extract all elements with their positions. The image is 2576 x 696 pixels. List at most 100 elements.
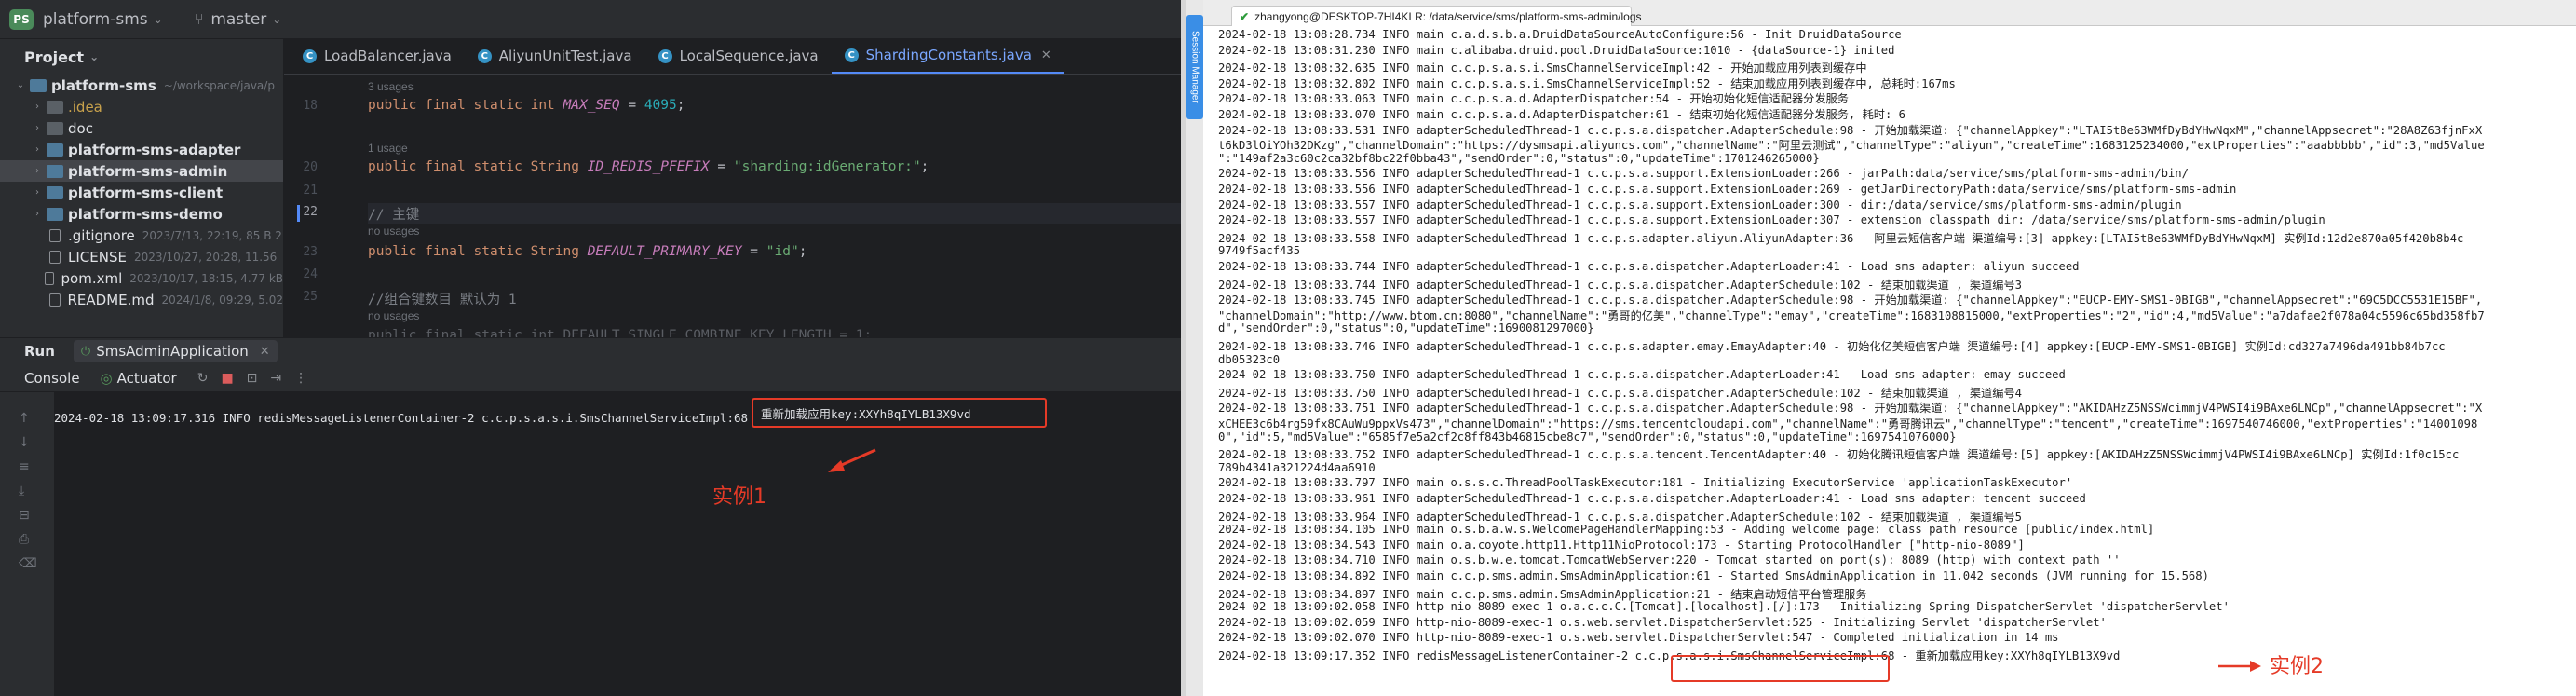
branch-name: master [210,9,267,29]
filter-icon[interactable]: ⊟ [19,508,30,523]
folder-icon [47,100,63,114]
keyword: public final static int [368,98,563,113]
exit-icon[interactable]: ⇥ [270,371,281,386]
code-area[interactable]: 3 usages public final static int MAX_SEQ… [368,75,1181,343]
run-config-label: SmsAdminApplication [96,343,249,360]
usage-hint[interactable]: 3 usages [368,80,414,93]
ide-title-bar: PS platform-sms ⌄ ⑂ master ⌄ [0,0,1181,39]
arrow-down-icon[interactable]: ↓ [19,435,30,450]
usage-hint[interactable]: 1 usage [368,142,408,155]
semicolon: ; [676,98,685,113]
trash-icon[interactable]: ⌫ [19,556,37,571]
highlight-box-instance-2 [1671,655,1890,682]
tab-shardingconstants[interactable]: C ShardingConstants.java ✕ [831,38,1064,74]
chevron-icon[interactable]: › [30,209,45,219]
terminal-log-line: 2024-02-18 13:08:33.070 INFO main c.c.p.… [1218,108,1905,121]
tree-item[interactable]: LICENSE 2023/10/27, 20:28, 11.56 [0,246,283,267]
chevron-icon[interactable]: › [30,187,45,198]
string-literal: "sharding:idGenerator:" [733,159,921,174]
tab-aliyununittest[interactable]: C AliyunUnitTest.java [465,38,645,74]
current-line-highlight [368,203,1181,224]
tab-loadbalancer[interactable]: C LoadBalancer.java [290,38,465,74]
terminal-log-line: 2024-02-18 13:08:34.543 INFO main o.a.co… [1218,538,2025,552]
field-name: MAX_SEQ [563,98,620,113]
chevron-icon[interactable]: › [30,123,45,133]
line-number: 23 [303,245,318,259]
tree-item-label: LICENSE [68,248,127,266]
spring-boot-icon: ⏻ [80,344,91,359]
more-icon[interactable]: ⋮ [294,371,307,386]
line-number: 24 [303,267,318,281]
camera-icon[interactable]: ⊡ [247,371,258,386]
tree-item[interactable]: pom.xml 2023/10/17, 18:15, 4.77 kB [0,267,283,289]
terminal-log-line: 2024-02-18 13:08:33.744 INFO adapterSche… [1218,260,2080,273]
close-icon[interactable]: ✕ [260,345,270,359]
usage-hint[interactable]: no usages [368,309,419,322]
arrow-up-icon[interactable]: ↑ [19,411,30,426]
tree-item[interactable]: › platform-sms-admin [0,160,283,182]
tab-localsequence[interactable]: C LocalSequence.java [645,38,832,74]
terminal-session-tab[interactable]: ✔ zhangyong@DESKTOP-7HI4KLR: /data/servi… [1231,6,1642,26]
tree-item[interactable]: › doc [0,117,283,139]
print-icon[interactable]: ⎙ [19,532,29,547]
tree-item-meta: ~/workspace/java/p [163,78,275,92]
tab-actuator[interactable]: Actuator [117,370,177,387]
terminal-log-line: 2024-02-18 13:08:33.558 INFO adapterSche… [1218,231,2464,245]
tab-console[interactable]: Console [24,370,80,387]
terminal-log-line: 2024-02-18 13:09:02.059 INFO http-nio-80… [1218,615,2107,629]
terminal-log-line: 2024-02-18 13:08:33.063 INFO main c.c.p.… [1218,92,1849,106]
git-branch-icon: ⑂ [194,10,204,28]
project-selector[interactable]: PS platform-sms ⌄ [9,8,185,30]
tree-item-meta: 2023/7/13, 22:19, 85 B 2 [142,228,282,242]
terminal-window: Session Manager ✔ zhangyong@DESKTOP-7HI4… [1186,0,2576,696]
tree-item[interactable]: › .idea [0,96,283,117]
string-literal: "id" [766,244,799,259]
terminal-sidebar: Session Manager [1186,0,1203,696]
chevron-icon[interactable]: › [30,166,45,176]
terminal-log-line: 2024-02-18 13:08:33.531 INFO adapterSche… [1218,123,2483,137]
field-name: ID_REDIS_PFEFIX [587,159,710,174]
terminal-log-line: 2024-02-18 13:08:34.105 INFO main o.s.b.… [1218,523,2155,537]
terminal-log-line: 2024-02-18 13:08:34.892 INFO main c.c.p.… [1218,569,2209,582]
terminal-log-line: d","sendOrder":0,"status":0,"updateTime"… [1218,321,1594,335]
usage-hint[interactable]: no usages [368,225,419,238]
run-config-tab[interactable]: ⏻ SmsAdminApplication ✕ [73,340,278,362]
line-number: 18 [303,99,318,113]
project-panel-header[interactable]: Project ⌄ [0,39,283,75]
tree-item[interactable]: .gitignore 2023/7/13, 22:19, 85 B 2 [0,225,283,246]
annotation-label-2: 实例2 [2270,655,2324,678]
code-line: // 主键 [368,204,419,224]
chevron-icon[interactable]: ⌄ [13,80,28,90]
tree-item[interactable]: › platform-sms-adapter [0,139,283,160]
rerun-icon[interactable]: ↻ [197,371,209,386]
console-output[interactable]: 2024-02-18 13:09:17.316 INFO redisMessag… [54,392,1181,696]
number-literal: 4095 [644,98,677,113]
terminal-output[interactable]: 2024-02-18 13:08:28.734 INFO main c.a.d.… [1203,26,2576,696]
chevron-icon[interactable]: › [30,102,45,112]
line-number: 20 [303,160,318,174]
branch-selector[interactable]: ⑂ master ⌄ [195,10,305,29]
wrap-icon[interactable]: ≡ [19,459,30,474]
close-icon[interactable]: ✕ [1041,48,1051,62]
terminal-log-line: 2024-02-18 13:09:02.070 INFO http-nio-80… [1218,631,2059,645]
project-panel-title: Project [24,48,85,66]
terminal-log-line: 9749f5acf435 [1218,244,1301,258]
highlight-box-instance-1: 重新加载应用key:XXYh8qIYLB13X9vd [752,398,1047,428]
stop-icon[interactable]: ■ [221,371,233,386]
tree-item[interactable]: ⌄ platform-sms ~/workspace/java/p [0,75,283,96]
keyword: public final static String [368,159,588,174]
module-folder-icon [47,207,63,221]
session-manager-tab[interactable]: Session Manager [1186,15,1203,119]
terminal-log-line: "channelDomain":"http://www.btom.cn:8080… [1218,308,2485,322]
scroll-end-icon[interactable]: ⤓ [19,484,24,498]
tree-item[interactable]: README.md 2024/1/8, 09:29, 5.02 [0,289,283,310]
java-class-icon: C [658,48,672,63]
terminal-log-line: 2024-02-18 13:08:33.557 INFO adapterSche… [1218,213,2325,227]
module-folder-icon [47,143,63,157]
terminal-log-line: 2024-02-18 13:08:33.556 INFO adapterSche… [1218,183,2237,196]
tree-item[interactable]: › platform-sms-client [0,182,283,203]
chevron-icon[interactable]: › [30,144,45,155]
terminal-log-line: 2024-02-18 13:08:33.557 INFO adapterSche… [1218,198,2182,212]
tree-item[interactable]: › platform-sms-demo [0,203,283,225]
code-line: public final static String DEFAULT_PRIMA… [368,244,807,259]
